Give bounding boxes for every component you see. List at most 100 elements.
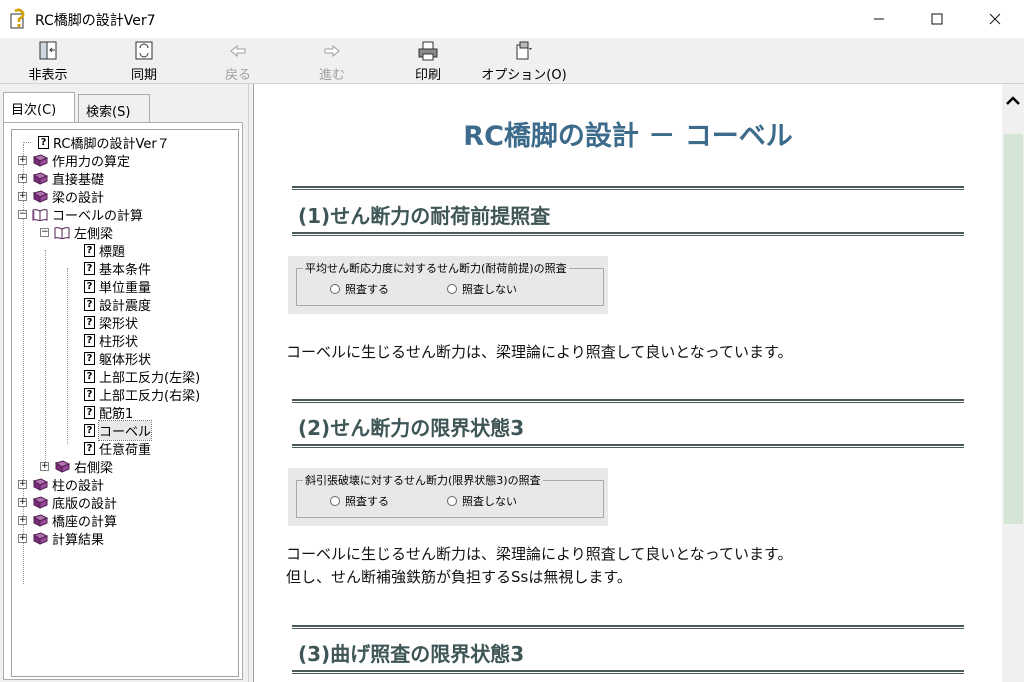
hide-label: 非表示 [28,68,68,83]
radio-icon [330,284,340,294]
help-page-icon: ? [84,298,95,311]
back-label: 戻る [224,68,251,83]
closed-book-icon [32,190,48,203]
expand-plus-icon[interactable]: + [18,480,27,489]
tree-item-left-beam[interactable]: − 左側梁 [40,224,113,242]
help-page-icon: ? [84,388,95,401]
tree-item-footing-design[interactable]: + 底版の設計 [18,494,117,512]
scroll-thumb[interactable] [1004,134,1023,524]
maximize-button[interactable] [914,0,960,38]
tab-contents[interactable]: 目次(C) [3,92,75,124]
tree-item-results[interactable]: + 計算結果 [18,530,104,548]
expand-plus-icon[interactable]: + [18,516,27,525]
maximize-icon [931,13,943,25]
section-heading-1: (1)せん断力の耐荷前提照査 [298,204,551,228]
help-app-icon [10,8,25,29]
tree-item-page[interactable]: ? 上部工反力(左梁) [84,368,200,386]
expand-plus-icon[interactable]: + [18,156,27,165]
options-label: オプション(O) [481,68,567,83]
tree-item-page-selected[interactable]: ? コーベル [84,420,153,441]
forward-button[interactable]: 進む [292,40,372,83]
tree-item-bearing-seat[interactable]: + 橋座の計算 [18,512,117,530]
window-title: RC橋脚の設計Ver7 [35,13,156,29]
expand-plus-icon[interactable]: + [18,174,27,183]
radio-no-check[interactable]: 照査しない [447,493,517,509]
navigation-pane: 目次(C) 検索(S) ? RC橋脚の設計Ver７ + 作用力の算定 + 直接基… [0,84,248,682]
chevron-up-icon [1006,96,1020,105]
options-button[interactable]: オプション(O) [472,40,576,83]
contents-tree[interactable]: ? RC橋脚の設計Ver７ + 作用力の算定 + 直接基礎 + 梁の設計 − コ… [11,129,239,677]
closed-book-icon [32,532,48,545]
tree-item-action-force[interactable]: + 作用力の算定 [18,152,130,170]
closed-book-icon [32,172,48,185]
radio-no-check[interactable]: 照査しない [447,281,517,297]
close-button[interactable] [972,0,1018,38]
closed-book-icon [32,514,48,527]
expand-plus-icon[interactable]: + [18,498,27,507]
forward-arrow-icon [324,44,340,58]
tree-item-page[interactable]: ? 基本条件 [84,260,151,278]
expand-plus-icon[interactable]: + [18,534,27,543]
tree-connector [67,268,68,444]
tree-item-page[interactable]: ? 配筋1 [84,404,133,422]
tab-search[interactable]: 検索(S) [78,94,150,122]
groupbox-image-1: 平均せん断応力度に対するせん断力(耐荷前提)の照査 照査する 照査しない [288,256,608,314]
tree-item-page[interactable]: ? 設計震度 [84,296,151,314]
open-book-icon [32,209,48,221]
scroll-up-button[interactable] [1002,92,1024,116]
help-page-icon: ? [84,370,95,383]
radio-check[interactable]: 照査する [330,281,389,297]
tree-item-page[interactable]: ? 任意荷重 [84,440,151,458]
tree-item-page[interactable]: ? 標題 [84,242,125,260]
tree-item-column-design[interactable]: + 柱の設計 [18,476,104,494]
expand-plus-icon[interactable]: + [18,192,27,201]
back-arrow-icon [230,44,246,58]
tree-item-page[interactable]: ? 上部工反力(右梁) [84,386,200,404]
tree-item-page[interactable]: ? 躯体形状 [84,350,151,368]
section-rule [292,399,964,403]
tree-item-root[interactable]: ? RC橋脚の設計Ver７ [23,134,170,152]
collapse-minus-icon[interactable]: − [40,228,49,237]
tree-item-page[interactable]: ? 単位重量 [84,278,151,296]
back-button[interactable]: 戻る [198,40,278,83]
expand-plus-icon[interactable]: + [40,462,49,471]
tree-item-right-beam[interactable]: + 右側梁 [40,458,113,476]
radio-icon [447,284,457,294]
section-heading-2: (2)せん断力の限界状態3 [298,416,525,440]
tree-connector [45,250,46,462]
section-heading-3: (3)曲げ照査の限界状態3 [298,642,525,666]
section-rule [292,444,964,448]
tree-item-page[interactable]: ? 梁形状 [84,314,138,332]
help-page-icon: ? [38,136,49,149]
tree-item-beam-design[interactable]: + 梁の設計 [18,188,104,206]
sync-icon [135,41,153,60]
collapse-minus-icon[interactable]: − [18,210,27,219]
tree-item-corbel-calc[interactable]: − コーベルの計算 [18,206,143,224]
radio-check[interactable]: 照査する [330,493,389,509]
closed-book-icon [32,154,48,167]
section-rule [292,670,964,674]
tree-item-page[interactable]: ? 柱形状 [84,332,138,350]
tree-item-direct-foundation[interactable]: + 直接基礎 [18,170,104,188]
help-page-icon: ? [84,262,95,275]
toolbar: 非表示 同期 戻る 進む 印刷 オプション(O) [0,38,1024,84]
closed-book-icon [32,496,48,509]
sync-button[interactable]: 同期 [104,40,184,83]
open-book-icon [54,227,70,239]
minimize-button[interactable] [856,0,902,38]
vertical-scrollbar[interactable] [1002,84,1024,682]
closed-book-icon [32,478,48,491]
paragraph: 但し、せん断補強鉄筋が負担するSsは無視します。 [286,568,632,586]
print-button[interactable]: 印刷 [388,40,468,83]
sync-label: 同期 [130,68,157,83]
help-page-icon: ? [84,424,95,437]
hide-pane-icon [39,41,57,60]
title-bar: RC橋脚の設計Ver7 [0,0,1024,38]
print-label: 印刷 [414,68,441,83]
hide-button[interactable]: 非表示 [8,40,88,83]
radio-icon [447,496,457,506]
page-title: RC橋脚の設計 － コーベル [463,121,793,152]
help-page-icon: ? [84,442,95,455]
help-page-icon: ? [84,316,95,329]
help-page-icon: ? [84,244,95,257]
